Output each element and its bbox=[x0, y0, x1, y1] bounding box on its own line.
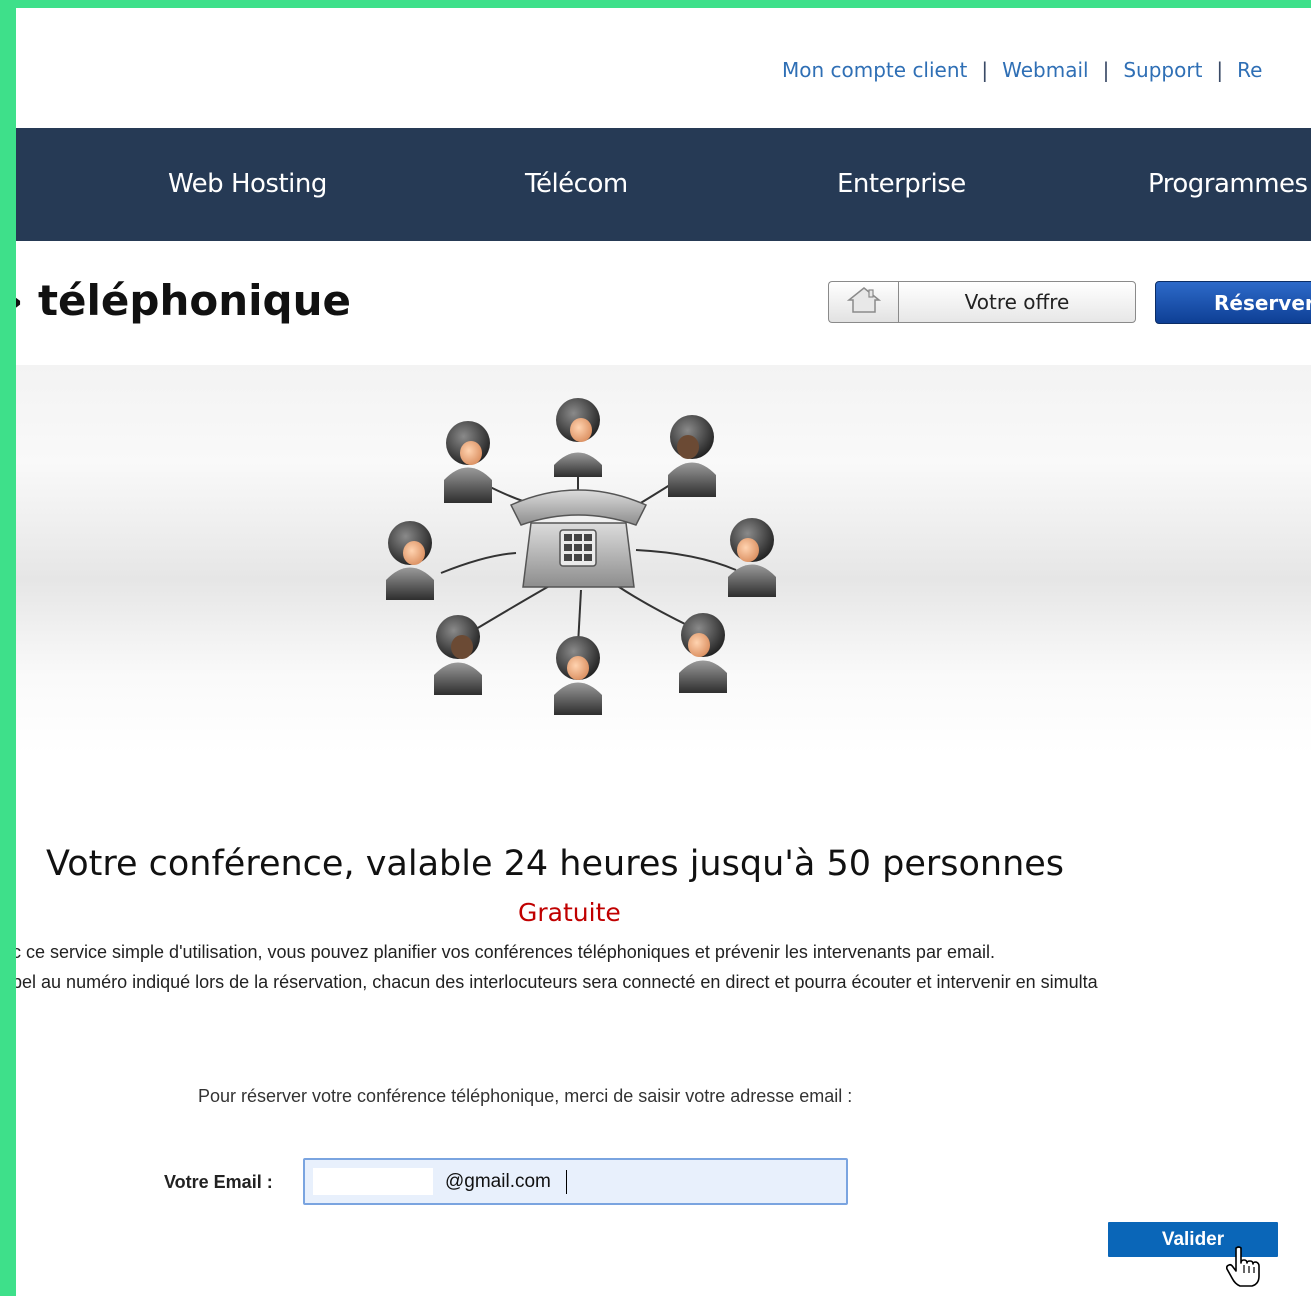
top-links: Mon compte client | Webmail | Support | Re bbox=[782, 58, 1262, 82]
person-icon bbox=[444, 421, 492, 503]
link-mon-compte-client[interactable]: Mon compte client bbox=[782, 58, 967, 82]
tab-reserver[interactable]: Réserver bbox=[1155, 281, 1311, 324]
email-label: Votre Email : bbox=[164, 1172, 273, 1192]
conference-banner bbox=[16, 365, 1311, 755]
page-title-text: téléphonique bbox=[37, 276, 351, 325]
title-arrow-fragment: › bbox=[16, 276, 23, 325]
link-support[interactable]: Support bbox=[1123, 58, 1202, 82]
main-nav: Web Hosting Télécom Enterprise Programme… bbox=[16, 128, 1311, 241]
telephone-icon bbox=[509, 489, 648, 588]
home-button[interactable] bbox=[828, 281, 898, 323]
nav-item-programmes[interactable]: Programmes bbox=[1148, 169, 1308, 199]
page: Mon compte client | Webmail | Support | Re Web… bbox=[16, 8, 1311, 1296]
person-icon bbox=[554, 636, 602, 715]
person-icon bbox=[386, 521, 434, 600]
nav-item-telecom[interactable]: Télécom bbox=[525, 169, 628, 199]
person-icon bbox=[679, 613, 727, 693]
home-icon bbox=[846, 285, 882, 320]
description-line-2: ppel au numéro indiqué lors de la réserv… bbox=[16, 972, 1098, 992]
person-icon bbox=[668, 415, 716, 497]
link-separator: | bbox=[1102, 58, 1110, 82]
link-webmail[interactable]: Webmail bbox=[1002, 58, 1088, 82]
person-icon bbox=[434, 615, 482, 695]
page-title: › téléphonique bbox=[16, 276, 351, 325]
email-field[interactable]: @gmail.com bbox=[303, 1158, 848, 1205]
form-prompt: Pour réserver votre conférence téléphoni… bbox=[198, 1086, 853, 1106]
person-icon bbox=[728, 518, 776, 597]
headline: Votre conférence, valable 24 heures jusq… bbox=[46, 844, 1065, 884]
tab-votre-offre[interactable]: Votre offre bbox=[898, 281, 1136, 323]
text-caret bbox=[566, 1170, 567, 1194]
subheadline-gratuite: Gratuite bbox=[518, 898, 621, 927]
nav-item-web-hosting[interactable]: Web Hosting bbox=[168, 169, 327, 199]
email-value: @gmail.com bbox=[445, 1171, 551, 1192]
link-separator: | bbox=[1216, 58, 1224, 82]
description-line-1: ec ce service simple d'utilisation, vous… bbox=[16, 942, 995, 962]
link-separator: | bbox=[981, 58, 989, 82]
link-truncated[interactable]: Re bbox=[1237, 58, 1262, 82]
hand-cursor-icon bbox=[1225, 1246, 1260, 1293]
nav-item-enterprise[interactable]: Enterprise bbox=[837, 169, 966, 199]
person-icon bbox=[554, 398, 602, 477]
email-masked-part bbox=[313, 1168, 433, 1195]
conference-call-illustration bbox=[386, 398, 776, 715]
